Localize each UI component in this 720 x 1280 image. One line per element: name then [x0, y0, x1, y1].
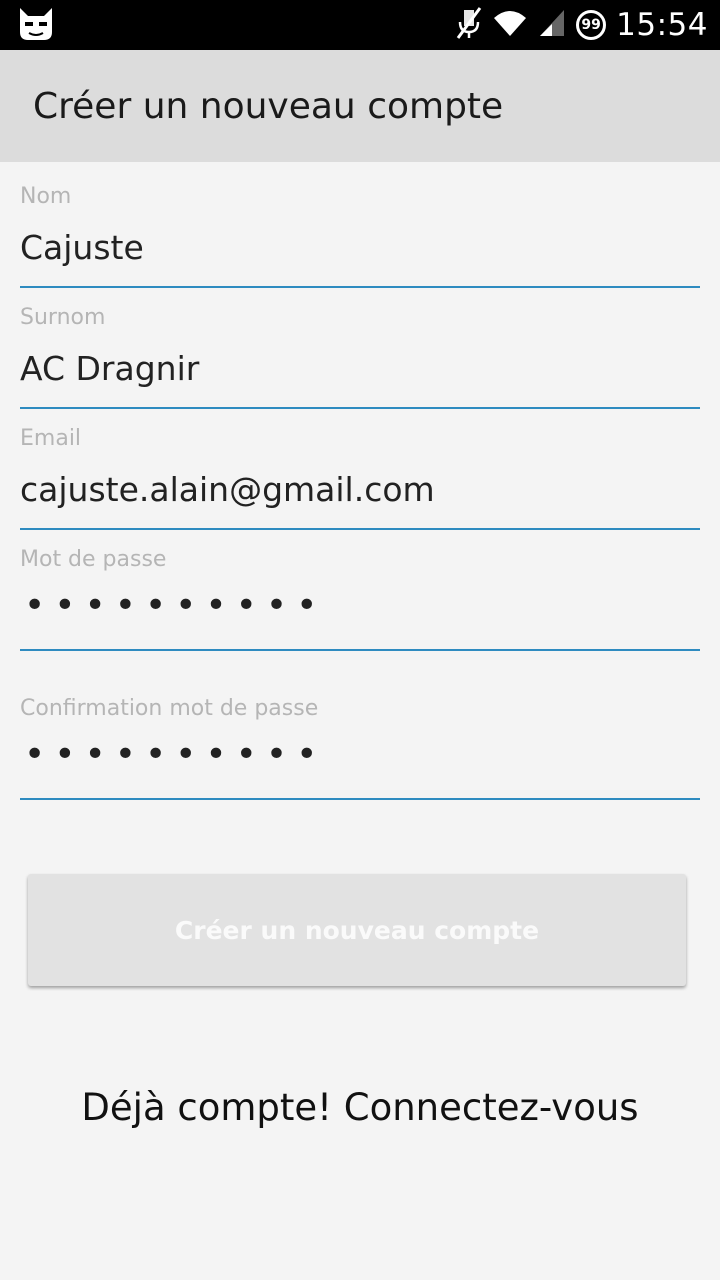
- status-icons: 99 15:54: [454, 0, 708, 50]
- status-bar: 99 15:54: [0, 0, 720, 50]
- nom-field[interactable]: Nom Cajuste: [20, 184, 700, 290]
- surnom-underline: [20, 407, 700, 409]
- signal-icon: [538, 8, 566, 42]
- create-account-button[interactable]: Créer un nouveau compte: [28, 874, 686, 986]
- password-confirm-underline: [20, 798, 700, 800]
- cyanogenmod-bugdroid-icon: [16, 6, 56, 42]
- surnom-input[interactable]: AC Dragnir: [20, 349, 199, 388]
- password-input[interactable]: ••••••••••: [24, 585, 326, 626]
- email-underline: [20, 528, 700, 530]
- email-input[interactable]: cajuste.alain@gmail.com: [20, 470, 435, 509]
- email-field[interactable]: Email cajuste.alain@gmail.com: [20, 426, 700, 532]
- password-underline: [20, 649, 700, 651]
- notification-count-icon: 99: [576, 10, 607, 40]
- mute-icon: [454, 6, 482, 44]
- nom-label: Nom: [20, 184, 72, 209]
- page-title: Créer un nouveau compte: [33, 86, 504, 127]
- surnom-label: Surnom: [20, 305, 106, 330]
- email-label: Email: [20, 426, 82, 451]
- nom-input[interactable]: Cajuste: [20, 228, 144, 267]
- action-bar: Créer un nouveau compte: [0, 50, 720, 162]
- password-label: Mot de passe: [20, 547, 167, 572]
- wifi-icon: [492, 8, 528, 42]
- password-confirm-input[interactable]: ••••••••••: [24, 734, 326, 775]
- nom-underline: [20, 286, 700, 288]
- password-confirm-field[interactable]: Confirmation mot de passe ••••••••••: [20, 696, 700, 802]
- password-field[interactable]: Mot de passe ••••••••••: [20, 547, 700, 653]
- clock: 15:54: [616, 7, 708, 43]
- login-link[interactable]: Déjà compte! Connectez-vous: [0, 1086, 720, 1129]
- surnom-field[interactable]: Surnom AC Dragnir: [20, 305, 700, 411]
- password-confirm-label: Confirmation mot de passe: [20, 696, 319, 721]
